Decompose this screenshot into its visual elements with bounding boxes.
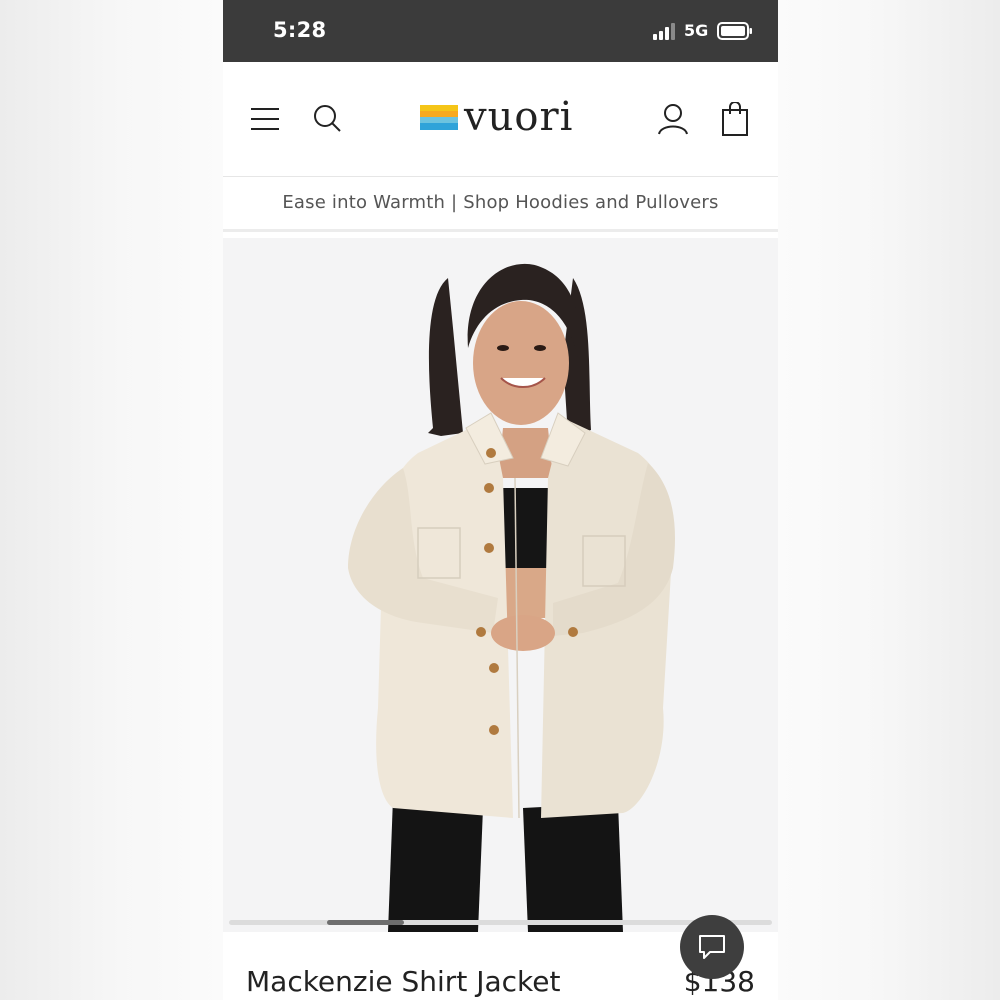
chat-bubble-icon [699,935,725,959]
chat-button[interactable] [680,915,744,979]
product-photo[interactable] [223,238,778,932]
hamburger-menu-icon[interactable] [250,106,280,132]
account-icon[interactable] [657,103,689,135]
product-name[interactable]: Mackenzie Shirt Jacket [246,965,560,998]
shopping-bag-icon[interactable] [722,102,748,136]
search-icon[interactable] [312,103,342,133]
logo-stripes-icon [420,105,458,130]
vuori-logo[interactable]: vuori [420,94,585,140]
site-header: vuori [223,62,778,177]
logo-wordmark: vuori [464,94,574,140]
phone-screen: 5:28 5G vuori Ease into Warmth | Shop Ho… [223,0,778,1000]
status-time: 5:28 [273,18,327,42]
status-bar: 5:28 5G [223,0,778,62]
signal-bars-icon [653,23,675,40]
battery-icon [717,22,752,40]
carousel-progress-thumb[interactable] [327,920,404,925]
promo-banner-link[interactable]: Ease into Warmth | Shop Hoodies and Pull… [223,177,778,232]
product-photo-illustration [348,263,675,932]
network-type: 5G [684,21,709,40]
